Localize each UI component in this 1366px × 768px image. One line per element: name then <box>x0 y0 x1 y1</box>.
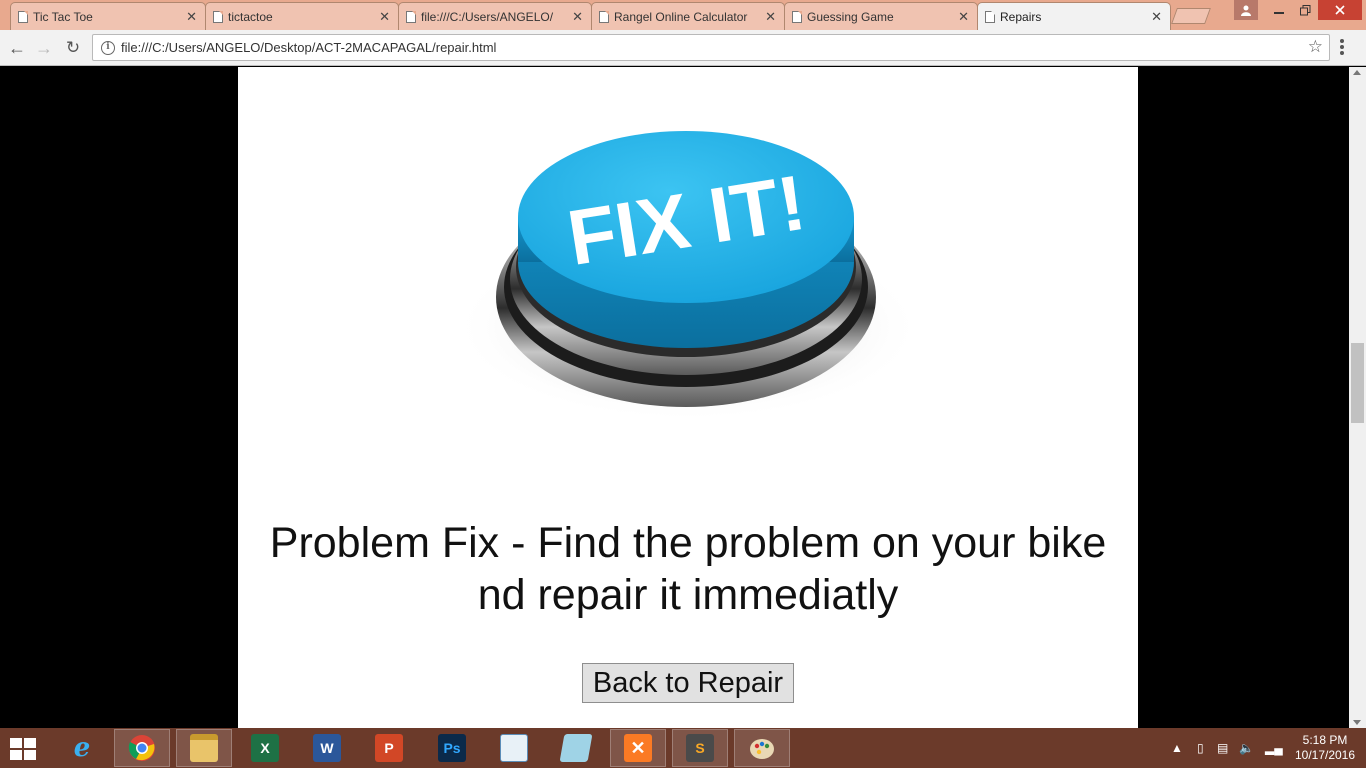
battery-icon[interactable]: ▯ <box>1197 741 1204 755</box>
page-viewport: FIX IT! Problem Fix - Find the problem o… <box>0 67 1349 728</box>
volume-icon[interactable]: 🔈 <box>1239 741 1254 755</box>
close-window-icon[interactable] <box>1318 0 1362 20</box>
reload-icon[interactable]: ↻ <box>62 38 84 58</box>
minimize-icon[interactable] <box>1266 0 1292 20</box>
windows-taskbar: e X W P Ps ✕ S ▲ ▯ ▤ 🔈 ▂▄ 5:18 PM 10/17/… <box>0 728 1366 768</box>
network-signal-icon[interactable]: ▂▄ <box>1265 741 1283 755</box>
vertical-scrollbar[interactable] <box>1349 67 1366 728</box>
show-hidden-icons-icon[interactable]: ▲ <box>1171 741 1183 755</box>
windows-start-icon[interactable] <box>10 738 38 760</box>
page-icon <box>985 11 995 23</box>
internet-explorer-icon[interactable]: e <box>54 729 110 767</box>
chrome-icon[interactable] <box>114 729 170 767</box>
clock-date: 10/17/2016 <box>1294 748 1356 762</box>
page-icon <box>406 11 416 23</box>
info-icon[interactable]: i <box>101 41 115 55</box>
tab-label: Rangel Online Calculator <box>614 9 748 24</box>
new-tab-button[interactable] <box>1171 8 1211 24</box>
back-to-repair-button[interactable]: Back to Repair <box>582 663 794 703</box>
page-icon <box>792 11 802 23</box>
paint-icon[interactable] <box>734 729 790 767</box>
tab-guessing-game[interactable]: Guessing Game ✕ <box>784 2 978 30</box>
powerpoint-icon[interactable]: P <box>361 729 417 767</box>
tab-label: Guessing Game <box>807 9 894 24</box>
mysql-installer-icon[interactable] <box>486 729 542 767</box>
tab-label: tictactoe <box>228 9 273 24</box>
tab-close-icon[interactable]: ✕ <box>1151 9 1162 25</box>
tab-close-icon[interactable]: ✕ <box>379 9 390 25</box>
menu-dots-icon[interactable] <box>1340 39 1344 57</box>
tab-close-icon[interactable]: ✕ <box>186 9 197 25</box>
tab-label: file:///C:/Users/ANGELO/ <box>421 9 554 24</box>
profile-icon[interactable] <box>1234 0 1258 20</box>
sublime-text-icon[interactable]: S <box>672 729 728 767</box>
clock-time: 5:18 PM <box>1302 733 1348 747</box>
tab-repairs[interactable]: Repairs ✕ <box>977 2 1171 30</box>
restore-icon[interactable] <box>1292 0 1318 20</box>
file-explorer-icon[interactable] <box>176 729 232 767</box>
xampp-icon[interactable]: ✕ <box>610 729 666 767</box>
scroll-up-arrow-icon[interactable] <box>1353 70 1361 75</box>
system-clock[interactable]: 5:18 PM 10/17/2016 <box>1290 733 1360 763</box>
word-icon[interactable]: W <box>299 729 355 767</box>
fix-it-button-image: FIX IT! <box>453 131 923 422</box>
scroll-down-arrow-icon[interactable] <box>1353 720 1361 725</box>
tab-calculator[interactable]: Rangel Online Calculator ✕ <box>591 2 785 30</box>
tab-close-icon[interactable]: ✕ <box>765 9 776 25</box>
tab-close-icon[interactable]: ✕ <box>958 9 969 25</box>
page-icon <box>213 11 223 23</box>
tab-label: Repairs <box>1000 9 1042 24</box>
forward-arrow-icon[interactable]: → <box>33 38 55 58</box>
photoshop-icon[interactable]: Ps <box>424 729 480 767</box>
tab-label: Tic Tac Toe <box>33 9 93 24</box>
tab-strip: Tic Tac Toe ✕ tictactoe ✕ file:///C:/Use… <box>0 0 1366 30</box>
page-content: FIX IT! Problem Fix - Find the problem o… <box>238 67 1138 728</box>
back-arrow-icon[interactable]: ← <box>6 38 28 58</box>
tab-file-users[interactable]: file:///C:/Users/ANGELO/ ✕ <box>398 2 592 30</box>
page-heading: Problem Fix - Find the problem on your b… <box>269 519 1107 619</box>
excel-icon[interactable]: X <box>237 729 293 767</box>
tab-tic-tac-toe[interactable]: Tic Tac Toe ✕ <box>10 2 206 30</box>
notepad-icon[interactable] <box>548 729 604 767</box>
address-bar[interactable]: i file:///C:/Users/ANGELO/Desktop/ACT-2M… <box>92 34 1330 61</box>
page-icon <box>599 11 609 23</box>
action-center-icon[interactable]: ▤ <box>1217 741 1228 755</box>
url-text[interactable]: file:///C:/Users/ANGELO/Desktop/ACT-2MAC… <box>121 40 496 55</box>
page-icon <box>18 11 28 23</box>
tab-close-icon[interactable]: ✕ <box>572 9 583 25</box>
bookmark-star-icon[interactable]: ☆ <box>1308 37 1323 57</box>
scroll-thumb[interactable] <box>1351 343 1364 423</box>
tab-tictactoe[interactable]: tictactoe ✕ <box>205 2 399 30</box>
browser-toolbar: ← → ↻ i file:///C:/Users/ANGELO/Desktop/… <box>0 30 1366 66</box>
